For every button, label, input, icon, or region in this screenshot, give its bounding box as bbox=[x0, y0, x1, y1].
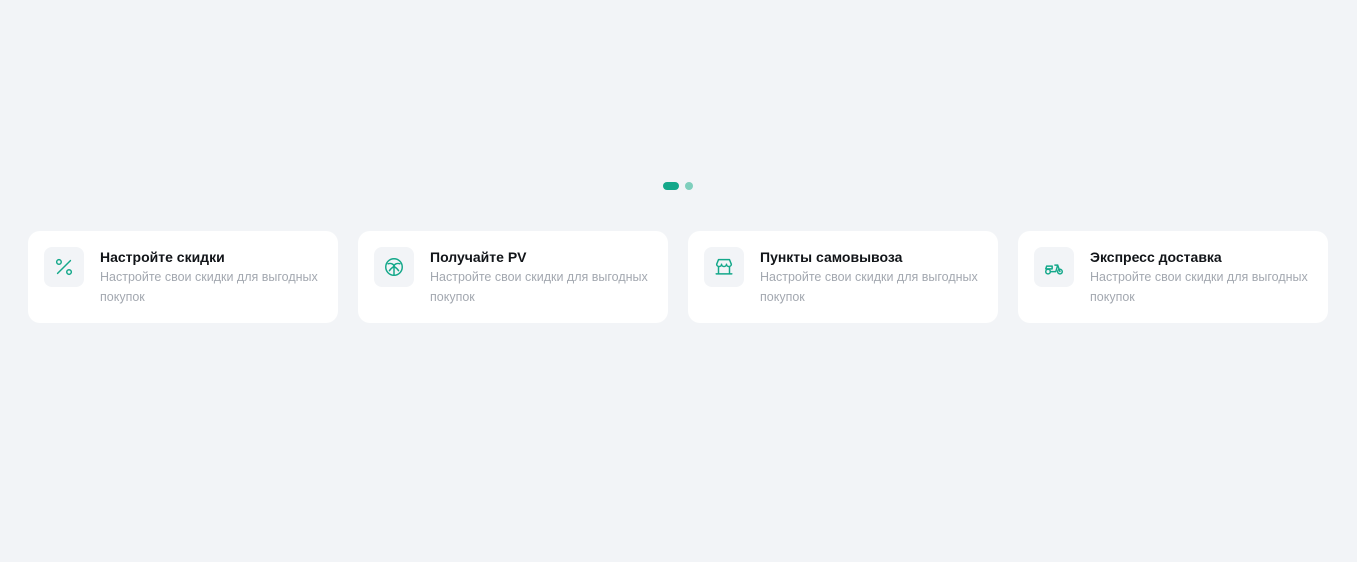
feature-title: Пункты самовывоза bbox=[760, 249, 903, 265]
storefront-icon bbox=[715, 258, 733, 275]
feature-card-express-delivery[interactable]: Экспресс доставка Настройте свои скидки … bbox=[1018, 231, 1328, 323]
feature-icon-container bbox=[704, 247, 744, 287]
page: Настройте скидки Настройте свои скидки д… bbox=[0, 0, 1357, 562]
feature-text: Пункты самовывоза Настройте свои скидки … bbox=[760, 247, 988, 307]
feature-description: Настройте свои скидки для выгодных покуп… bbox=[430, 270, 648, 304]
carousel-pagination bbox=[663, 182, 693, 190]
feature-icon-container bbox=[1034, 247, 1074, 287]
carousel-dot-1[interactable] bbox=[663, 182, 679, 190]
feature-title: Получайте PV bbox=[430, 249, 527, 265]
feature-title: Настройте скидки bbox=[100, 249, 225, 265]
feature-text: Экспресс доставка Настройте свои скидки … bbox=[1090, 247, 1318, 307]
feature-icon-container bbox=[44, 247, 84, 287]
feature-card-discounts[interactable]: Настройте скидки Настройте свои скидки д… bbox=[28, 231, 338, 323]
feature-description: Настройте свои скидки для выгодных покуп… bbox=[1090, 270, 1308, 304]
feature-description: Настройте свои скидки для выгодных покуп… bbox=[760, 270, 978, 304]
feature-icon-container bbox=[374, 247, 414, 287]
carousel-dot-2[interactable] bbox=[685, 182, 693, 190]
leaf-ball-icon bbox=[385, 258, 403, 276]
percent-icon bbox=[55, 258, 73, 276]
features-list: Настройте скидки Настройте свои скидки д… bbox=[28, 231, 1328, 323]
feature-card-pickup-points[interactable]: Пункты самовывоза Настройте свои скидки … bbox=[688, 231, 998, 323]
feature-title: Экспресс доставка bbox=[1090, 249, 1222, 265]
scooter-icon bbox=[1045, 264, 1063, 275]
feature-text: Получайте PV Настройте свои скидки для в… bbox=[430, 247, 658, 307]
feature-card-pv[interactable]: Получайте PV Настройте свои скидки для в… bbox=[358, 231, 668, 323]
feature-description: Настройте свои скидки для выгодных покуп… bbox=[100, 270, 318, 304]
feature-text: Настройте скидки Настройте свои скидки д… bbox=[100, 247, 328, 307]
